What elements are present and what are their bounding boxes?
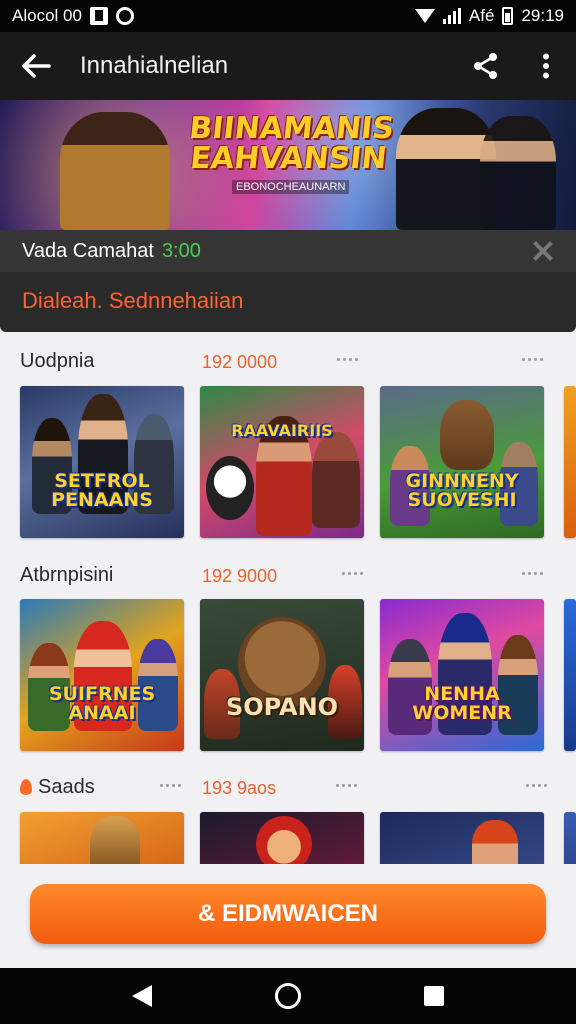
section-title: Saads (38, 776, 95, 798)
more-dots-icon[interactable] (337, 358, 358, 361)
more-dots-icon[interactable] (522, 358, 543, 361)
game-card-title: SUIFRNES ANAAI (48, 683, 156, 724)
section-title: Atbrnpisini (20, 564, 114, 586)
back-arrow-icon (22, 54, 51, 78)
hero-suit-figure-2 (480, 116, 556, 230)
wifi-icon (414, 9, 435, 23)
share-button[interactable] (456, 32, 516, 100)
status-bar: Alocol 00 Afé 29:19 (0, 0, 576, 32)
game-card[interactable]: NENHA WOMENR (380, 599, 544, 751)
system-nav-bar (0, 968, 576, 1024)
section-header: Saads 193 9aos (0, 776, 576, 806)
game-card-title: RAAVAIRIIS (231, 421, 333, 440)
status-right-text: Afé (468, 6, 495, 25)
section-header: Atbrnpisini 192 9000 (0, 564, 576, 594)
character-figure (440, 400, 494, 470)
hero-info-bar: Vada Camahat 3:00 (0, 230, 576, 272)
game-card-title: NENHA WOMENR (412, 683, 512, 724)
game-card[interactable]: SETFROL PENAANS (20, 386, 184, 538)
character-figure (312, 432, 360, 528)
game-card-title: GINNNENY SUOVESHI (405, 470, 519, 511)
hero-banner-title: BIINAMANIS EAHVANSIN (187, 111, 396, 176)
share-icon (474, 53, 497, 79)
game-card[interactable]: RAAVAIRIIS (200, 386, 364, 538)
nav-home-icon[interactable] (274, 983, 301, 1009)
flame-icon (20, 779, 32, 795)
game-card[interactable]: GINNNENY SUOVESHI (380, 386, 544, 538)
hero-card[interactable]: BIINAMANIS EAHVANSIN EBONOCHEAUNARN Vada… (0, 100, 576, 332)
notification-ring-icon (115, 7, 134, 25)
more-dots-icon[interactable] (336, 784, 357, 787)
status-left-text: Alocol 00 (12, 6, 82, 25)
primary-action-button[interactable]: & EIDMWAICEN (30, 884, 546, 944)
nav-recents-icon[interactable] (424, 986, 445, 1006)
game-card-partial[interactable] (564, 599, 576, 751)
hero-banner-image[interactable]: BIINAMANIS EAHVANSIN EBONOCHEAUNARN (0, 100, 576, 230)
more-vertical-icon (543, 53, 549, 79)
game-card-art (564, 599, 576, 751)
hero-banner-subtitle: EBONOCHEAUNARN (232, 180, 350, 194)
game-card-title: SETFROL PENAANS (51, 470, 153, 511)
nav-back-icon[interactable] (131, 985, 152, 1007)
more-dots-icon[interactable] (342, 572, 363, 575)
bottom-action-area: & EIDMWAICEN (0, 864, 576, 968)
more-options-button[interactable] (516, 32, 576, 100)
more-dots-icon[interactable] (522, 572, 543, 575)
game-card[interactable]: SUIFRNES ANAAI (20, 599, 184, 751)
section-count: 192 0000 (202, 352, 278, 372)
hero-subtitle: Dialeah. Sednnehaiian (22, 288, 244, 313)
section-title: Uodpnia (20, 350, 95, 372)
app-bar-actions (456, 32, 576, 100)
hero-info-label: Vada Camahat (22, 239, 154, 262)
signal-icon (442, 8, 461, 24)
section-count: 193 9aos (202, 778, 277, 798)
hero-info-time: 3:00 (161, 239, 201, 262)
game-card-partial[interactable] (564, 386, 576, 538)
more-dots-icon[interactable] (160, 784, 181, 787)
hero-warrior-figure (60, 112, 170, 230)
status-right: Afé 29:19 (414, 6, 564, 26)
section-count: 192 9000 (202, 566, 278, 586)
section-title-wrap: Saads (20, 776, 95, 799)
page-title: Innahialnelian (80, 52, 229, 79)
game-card-art (564, 386, 576, 538)
notification-app-icon (89, 7, 108, 25)
close-icon[interactable] (532, 241, 554, 261)
game-card-title: SOPANO (225, 693, 339, 721)
status-left: Alocol 00 (12, 6, 134, 26)
section-header: Uodpnia 192 0000 (0, 350, 576, 380)
game-card[interactable]: SOPANO (200, 599, 364, 751)
app-bar: Innahialnelian (0, 32, 576, 100)
panda-figure (206, 456, 254, 520)
status-time: 29:19 (521, 6, 564, 25)
back-button[interactable] (0, 32, 72, 100)
battery-icon (502, 7, 514, 25)
more-dots-icon[interactable] (526, 784, 547, 787)
